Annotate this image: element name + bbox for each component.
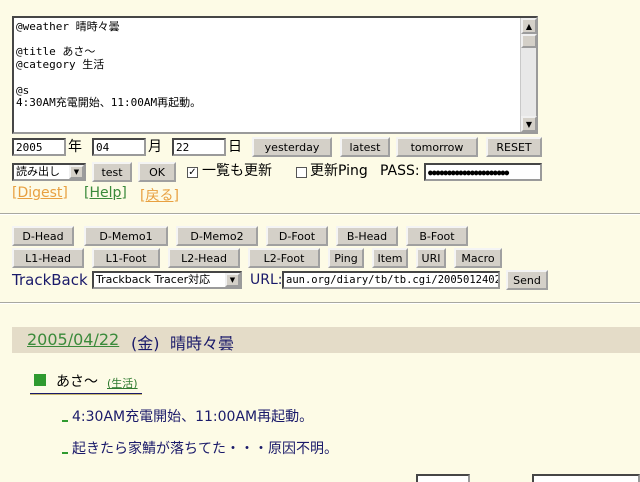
preview-weekday: (金) xyxy=(131,334,160,353)
tomorrow-button[interactable]: tomorrow xyxy=(396,137,478,157)
divider xyxy=(0,302,640,304)
b-head-button[interactable]: B-Head xyxy=(336,226,398,246)
editor-text[interactable]: @weather 晴時々曇 @title あさ～ @category 生活 @s… xyxy=(16,21,518,130)
digest-link[interactable]: [Digest] xyxy=(12,185,68,201)
password-input[interactable]: ●●●●●●●●●●●●●●●●●●●●● xyxy=(424,163,542,181)
yesterday-button[interactable]: yesterday xyxy=(252,137,332,157)
l1-head-button[interactable]: L1-Head xyxy=(12,248,84,268)
day-label: 日 xyxy=(228,139,242,155)
scroll-thumb[interactable] xyxy=(521,34,537,48)
l1-foot-button[interactable]: L1-Foot xyxy=(92,248,160,268)
month-label: 月 xyxy=(148,139,162,155)
bullet-icon xyxy=(62,452,68,454)
list-update-checkbox[interactable]: ✓ xyxy=(187,167,198,178)
l2-foot-button[interactable]: L2-Foot xyxy=(248,248,320,268)
year-label: 年 xyxy=(68,139,82,155)
b-foot-button[interactable]: B-Foot xyxy=(406,226,468,246)
preview-weather: 晴時々曇 xyxy=(170,334,235,353)
ping-button[interactable]: Ping xyxy=(328,248,364,268)
latest-button[interactable]: latest xyxy=(340,137,390,157)
divider xyxy=(0,213,640,215)
list-update-label: 一覧も更新 xyxy=(202,163,272,179)
url-label: URL: xyxy=(250,272,283,288)
title-square-icon xyxy=(34,374,46,386)
trackback-select[interactable]: Trackback Tracer対応 ▼ xyxy=(92,271,242,289)
diary-textarea[interactable]: @weather 晴時々曇 @title あさ～ @category 生活 @s… xyxy=(12,16,538,134)
item-button[interactable]: Item xyxy=(372,248,408,268)
trackback-label: TrackBack xyxy=(12,271,88,289)
preview-line: 4:30AM充電開始、11:00AM再起動。 xyxy=(72,409,314,425)
mode-select-value: 読み出し xyxy=(16,165,60,178)
scroll-down-icon[interactable]: ▼ xyxy=(521,116,537,132)
trackback-select-value: Trackback Tracer対応 xyxy=(96,273,211,286)
d-memo1-button[interactable]: D-Memo1 xyxy=(84,226,168,246)
uri-button[interactable]: URI xyxy=(416,248,446,268)
help-link[interactable]: [Help] xyxy=(84,185,127,201)
d-foot-button[interactable]: D-Foot xyxy=(266,226,328,246)
title-underline xyxy=(30,393,142,395)
preview-category-link[interactable]: (生活) xyxy=(107,375,138,391)
d-head-button[interactable]: D-Head xyxy=(12,226,74,246)
month-input[interactable]: 04 xyxy=(92,138,146,156)
year-input[interactable]: 2005 xyxy=(12,138,66,156)
preview-title: あさ～ xyxy=(56,374,98,390)
mode-select[interactable]: 読み出し ▼ xyxy=(12,163,86,181)
day-input[interactable]: 22 xyxy=(172,138,226,156)
bullet-icon xyxy=(62,420,68,422)
l2-head-button[interactable]: L2-Head xyxy=(168,248,240,268)
send-button[interactable]: Send xyxy=(506,270,548,290)
vertical-scrollbar[interactable]: ▲ ▼ xyxy=(520,18,537,132)
reset-button[interactable]: RESET xyxy=(486,137,542,157)
trackback-url-input[interactable]: aun.org/diary/tb/tb.cgi/2005012402/ xyxy=(282,271,500,289)
pass-label: PASS: xyxy=(380,163,420,179)
bottom-input[interactable] xyxy=(416,474,470,482)
chevron-down-icon[interactable]: ▼ xyxy=(69,165,84,179)
d-memo2-button[interactable]: D-Memo2 xyxy=(176,226,258,246)
macro-button[interactable]: Macro xyxy=(454,248,502,268)
ping-checkbox[interactable] xyxy=(296,167,307,178)
preview-date-link[interactable]: 2005/04/22 xyxy=(27,330,119,349)
ok-button[interactable]: OK xyxy=(138,162,176,182)
preview-line: 起きたら家鯖が落ちてた・・・原因不明。 xyxy=(72,441,338,457)
chevron-down-icon[interactable]: ▼ xyxy=(225,273,240,287)
preview-date-header: 2005/04/22 (金) 晴時々曇 xyxy=(12,327,640,353)
back-link[interactable]: [戻る] xyxy=(140,185,179,205)
bottom-input[interactable] xyxy=(532,474,640,482)
test-button[interactable]: test xyxy=(92,162,132,182)
scroll-up-icon[interactable]: ▲ xyxy=(521,18,537,34)
ping-label: 更新Ping xyxy=(310,163,368,179)
